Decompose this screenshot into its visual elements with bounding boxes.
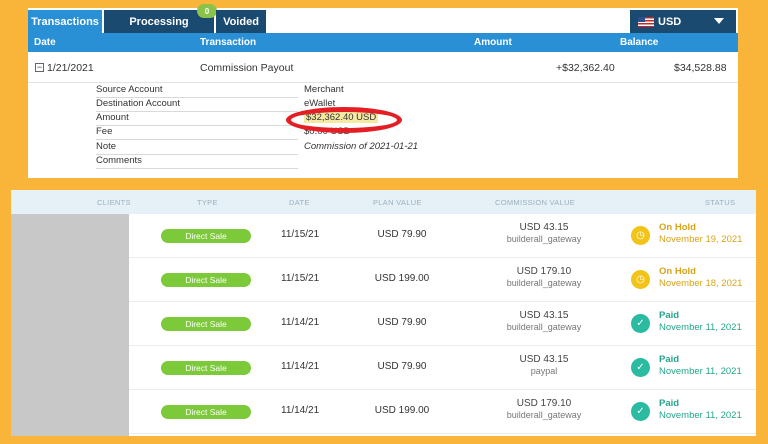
txn-balance: $34,528.88 [674, 62, 727, 74]
clock-icon: ◷ [631, 270, 650, 289]
col-commission-value: COMMISSION VALUE [495, 198, 576, 207]
commission-row[interactable]: Direct Sale 11/15/21 USD 79.90 USD 43.15… [129, 214, 756, 258]
row-commission: USD 179.10 [516, 398, 572, 409]
row-gateway: builderall_gateway [506, 322, 582, 332]
transactions-panel: Transactions Processing 0 Voided USD Dat… [28, 4, 738, 178]
type-pill: Direct Sale [161, 273, 251, 287]
row-date: 11/14/21 [281, 405, 320, 416]
detail-label-comments: Comments [96, 155, 298, 169]
chevron-down-icon [714, 18, 724, 24]
row-plan-value: USD 79.90 [377, 361, 427, 372]
col-date: DATE [289, 198, 310, 207]
row-date: 11/14/21 [281, 317, 320, 328]
us-flag-icon [638, 16, 654, 27]
tab-transactions[interactable]: Transactions [28, 10, 102, 33]
col-transaction: Transaction [200, 37, 257, 48]
col-clients: CLIENTS [97, 198, 131, 207]
commission-row[interactable]: Direct Sale 11/14/21 USD 199.00 USD 179.… [129, 390, 756, 434]
row-gateway: paypal [530, 366, 558, 376]
thumbs-up-icon: ✓ [631, 402, 650, 421]
detail-value-note: Commission of 2021-01-21 [304, 141, 419, 152]
commissions-header: CLIENTS TYPE DATE PLAN VALUE COMMISSION … [11, 190, 756, 214]
detail-value-source: Merchant [304, 84, 344, 95]
tabs-bar: Transactions Processing 0 Voided USD [28, 4, 738, 33]
row-status-date: November 18, 2021 [659, 278, 743, 289]
row-status-date: November 19, 2021 [659, 234, 743, 245]
row-status: Paid [659, 310, 680, 321]
thumbs-up-icon: ✓ [631, 358, 650, 377]
processing-count-badge: 0 [197, 4, 217, 18]
type-pill: Direct Sale [161, 317, 251, 331]
col-date: Date [34, 37, 56, 48]
row-plan-value: USD 79.90 [377, 229, 427, 240]
row-commission: USD 179.10 [516, 266, 572, 277]
row-plan-value: USD 79.90 [377, 317, 427, 328]
commission-row[interactable]: Direct Sale 11/14/21 USD 79.90 USD 43.15… [129, 346, 756, 390]
txn-name: Commission Payout [200, 62, 294, 74]
detail-label-amount: Amount [96, 112, 298, 126]
row-commission: USD 43.15 [519, 354, 569, 365]
thumbs-up-icon: ✓ [631, 314, 650, 333]
transaction-row[interactable]: − 1/21/2021 Commission Payout +$32,362.4… [28, 53, 738, 83]
row-plan-value: USD 199.00 [374, 405, 430, 416]
row-commission: USD 43.15 [519, 222, 569, 233]
type-pill: Direct Sale [161, 405, 251, 419]
row-status: Paid [659, 398, 680, 409]
row-status-date: November 11, 2021 [659, 322, 742, 333]
row-status-date: November 11, 2021 [659, 410, 742, 421]
col-type: TYPE [197, 198, 218, 207]
table-header: Date Transaction Amount Balance [28, 33, 738, 52]
commission-row[interactable]: Direct Sale 11/14/21 USD 79.90 USD 43.15… [129, 302, 756, 346]
detail-label-destination: Destination Account [96, 98, 298, 112]
txn-amount: +$32,362.40 [556, 62, 615, 74]
row-gateway: builderall_gateway [506, 234, 582, 244]
detail-label-fee: Fee [96, 126, 298, 140]
row-commission: USD 43.15 [519, 310, 569, 321]
row-status: On Hold [659, 222, 696, 233]
currency-select[interactable]: USD [630, 10, 736, 33]
col-amount: Amount [474, 37, 512, 48]
clock-icon: ◷ [631, 226, 650, 245]
clients-redacted-block [11, 214, 129, 436]
commissions-panel: CLIENTS TYPE DATE PLAN VALUE COMMISSION … [11, 190, 756, 436]
row-date: 11/14/21 [281, 361, 320, 372]
detail-label-source: Source Account [96, 84, 298, 98]
col-balance: Balance [620, 37, 659, 48]
type-pill: Direct Sale [161, 361, 251, 375]
row-gateway: builderall_gateway [506, 278, 582, 288]
tab-voided[interactable]: Voided [216, 10, 266, 33]
amount-highlight-circle [286, 107, 402, 133]
col-plan-value: PLAN VALUE [373, 198, 422, 207]
txn-date: 1/21/2021 [47, 62, 94, 74]
row-plan-value: USD 199.00 [374, 273, 430, 284]
row-status: Paid [659, 354, 680, 365]
row-date: 11/15/21 [281, 229, 320, 240]
detail-label-note: Note [96, 141, 298, 155]
commission-row[interactable]: Direct Sale 11/15/21 USD 199.00 USD 179.… [129, 258, 756, 302]
type-pill: Direct Sale [161, 229, 251, 243]
row-gateway: builderall_gateway [506, 410, 582, 420]
row-date: 11/15/21 [281, 273, 320, 284]
currency-label: USD [658, 15, 682, 28]
col-status: STATUS [705, 198, 736, 207]
row-status-date: November 11, 2021 [659, 366, 742, 377]
minus-square-icon[interactable]: − [35, 63, 44, 72]
row-status: On Hold [659, 266, 696, 277]
